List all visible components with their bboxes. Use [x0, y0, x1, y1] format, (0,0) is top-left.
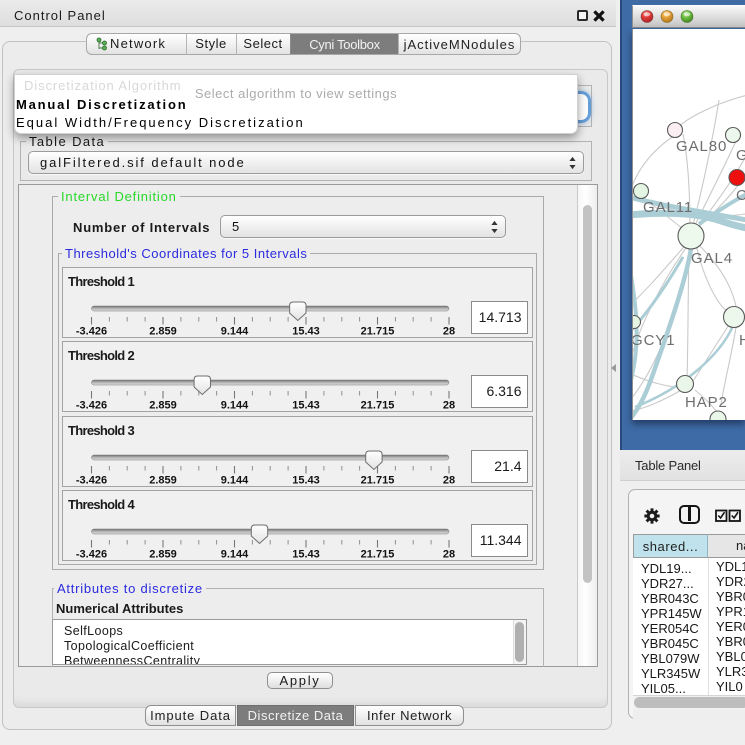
svg-text:28: 28 — [443, 475, 455, 487]
svg-text:-3.426: -3.426 — [76, 326, 107, 338]
svg-text:HAP2: HAP2 — [685, 394, 728, 411]
svg-text:28: 28 — [443, 400, 455, 412]
svg-text:9.144: 9.144 — [221, 549, 249, 561]
svg-text:15.43: 15.43 — [292, 475, 320, 487]
svg-text:GAL4: GAL4 — [691, 250, 733, 267]
svg-text:2.859: 2.859 — [149, 475, 177, 487]
svg-text:H: H — [739, 332, 745, 349]
svg-text:21.715: 21.715 — [361, 326, 395, 338]
svg-text:GCY1: GCY1 — [633, 332, 675, 349]
svg-text:2.859: 2.859 — [149, 549, 177, 561]
svg-text:-3.426: -3.426 — [76, 549, 107, 561]
svg-text:2.859: 2.859 — [149, 400, 177, 412]
svg-text:28: 28 — [443, 549, 455, 561]
svg-text:15.43: 15.43 — [292, 400, 320, 412]
svg-text:-3.426: -3.426 — [76, 400, 107, 412]
svg-text:21.715: 21.715 — [361, 549, 395, 561]
svg-text:2.859: 2.859 — [149, 326, 177, 338]
svg-text:15.43: 15.43 — [292, 549, 320, 561]
svg-text:9.144: 9.144 — [221, 400, 249, 412]
svg-text:-3.426: -3.426 — [76, 475, 107, 487]
svg-text:9.144: 9.144 — [221, 326, 249, 338]
svg-text:28: 28 — [443, 326, 455, 338]
svg-text:GAL80: GAL80 — [676, 138, 727, 155]
svg-text:15.43: 15.43 — [292, 326, 320, 338]
svg-text:21.715: 21.715 — [361, 400, 395, 412]
svg-text:G: G — [736, 147, 745, 164]
svg-text:9.144: 9.144 — [221, 475, 249, 487]
svg-text:GAL11: GAL11 — [643, 199, 693, 216]
svg-text:C: C — [736, 187, 745, 204]
svg-text:21.715: 21.715 — [361, 475, 395, 487]
